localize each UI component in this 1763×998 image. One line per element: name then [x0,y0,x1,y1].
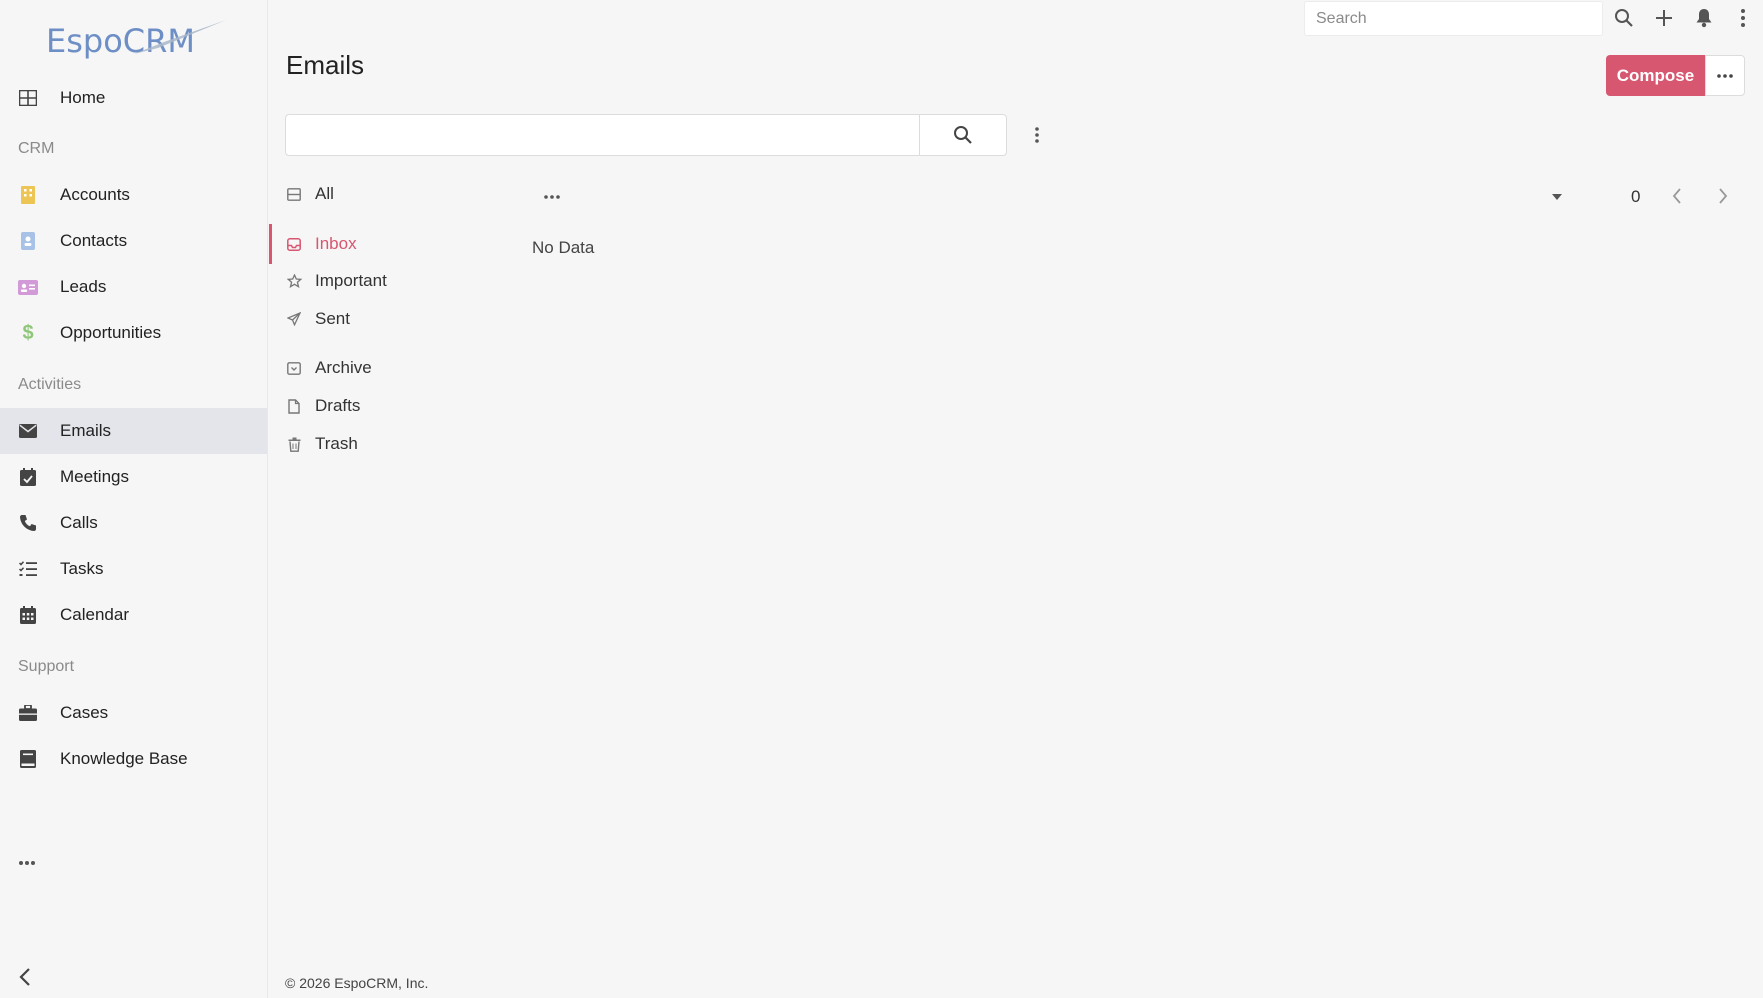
paper-plane-icon [285,310,303,328]
id-card-icon [18,277,38,297]
sidebar-item-label: Contacts [60,231,128,250]
previous-page-button[interactable] [1665,184,1689,208]
dollar-icon: $ [22,321,34,344]
chevron-right-icon [1719,188,1728,204]
sidebar-item-label: Opportunities [60,323,162,342]
building-icon [18,185,38,205]
book-icon [18,749,38,769]
calendar-check-icon [18,467,38,487]
sidebar-item-label: Home [60,88,106,107]
archive-icon [285,359,303,377]
phone-icon [18,513,38,533]
sidebar-item-label: Leads [60,277,107,296]
sidebar-section-crm: CRM [18,140,55,157]
sidebar-item-emails[interactable]: Emails [0,408,267,454]
folder-archive[interactable]: Archive [269,351,499,385]
trash-icon [285,435,303,453]
sidebar-item-contacts[interactable]: Contacts [0,218,267,264]
sidebar-item-tasks[interactable]: Tasks [0,546,267,592]
search-icon[interactable] [1612,6,1636,30]
sidebar-item-knowledge-base[interactable]: Knowledge Base [0,736,267,782]
sidebar-item-accounts[interactable]: Accounts [0,172,267,218]
sidebar-item-label: Calls [60,513,98,532]
folder-label: Inbox [315,234,357,253]
sidebar-item-label: Cases [60,703,109,722]
sidebar-item-opportunities[interactable]: $ Opportunities [0,310,267,356]
contact-card-icon [18,231,38,251]
sidebar-item-label: Meetings [60,467,129,486]
tasks-list-icon [18,559,38,579]
sort-dropdown-caret-icon[interactable] [1548,188,1566,206]
briefcase-icon [18,703,38,723]
sidebar-item-calendar[interactable]: Calendar [0,592,267,638]
sidebar-item-label: Knowledge Base [60,749,188,768]
filter-search-button[interactable] [919,114,1007,156]
home-grid-icon [18,88,38,108]
list-actions-menu[interactable] [541,186,563,208]
filter-options-menu[interactable] [1026,121,1048,149]
sidebar-item-label: Emails [60,421,112,440]
calendar-icon [18,605,38,625]
envelope-icon [18,421,38,441]
folder-label: Drafts [315,396,361,415]
more-dots-icon [544,195,560,199]
sidebar: EspoCRM Home CRM Accounts Contacts Leads… [0,0,268,998]
chevron-left-icon [1672,188,1681,204]
compose-button[interactable]: Compose [1606,55,1705,96]
logo-graphic: EspoCRM [46,20,226,60]
folder-drafts[interactable]: Drafts [269,389,499,423]
star-icon [285,272,303,290]
record-count: 0 [1631,187,1641,206]
sidebar-item-label: Accounts [60,185,130,204]
folder-label: Archive [315,358,372,377]
sidebar-section-activities: Activities [18,376,82,393]
sidebar-item-cases[interactable]: Cases [0,690,267,736]
sidebar-item-leads[interactable]: Leads [0,264,267,310]
collapse-sidebar-icon[interactable] [16,966,36,990]
sidebar-item-label: Tasks [60,559,104,578]
search-icon [954,126,972,144]
folder-label: Important [315,271,387,290]
sidebar-item-home[interactable]: Home [0,75,267,121]
sidebar-more-icon[interactable] [18,850,36,871]
kebab-menu-icon [1035,127,1039,143]
folder-sent[interactable]: Sent [269,302,499,336]
sidebar-section-support: Support [18,658,75,675]
bell-icon[interactable] [1692,6,1716,30]
more-dots-icon [1717,73,1733,78]
folder-important[interactable]: Important [269,264,499,298]
espocrm-logo[interactable]: EspoCRM [46,18,226,62]
sidebar-item-calls[interactable]: Calls [0,500,267,546]
global-search-input[interactable] [1304,1,1603,36]
folder-label: Sent [315,309,350,328]
compose-more-dropdown[interactable] [1705,55,1745,96]
next-page-button[interactable] [1711,184,1735,208]
sidebar-item-meetings[interactable]: Meetings [0,454,267,500]
folder-trash[interactable]: Trash [269,427,499,461]
filter-search-input[interactable] [285,114,920,156]
empty-list-message: No Data [532,238,595,257]
sidebar-item-label: Calendar [60,605,129,624]
folder-all[interactable]: All [269,177,499,211]
folders-icon [285,185,303,203]
footer-copyright: © 2026 EspoCRM, Inc. [285,975,429,991]
plus-icon[interactable] [1652,6,1676,30]
folder-label: All [315,184,334,203]
file-icon [285,397,303,415]
folder-label: Trash [315,434,358,453]
folder-inbox[interactable]: Inbox [269,224,499,264]
kebab-menu-icon[interactable] [1731,6,1755,30]
page-title: Emails [286,50,365,80]
inbox-icon [285,235,303,253]
